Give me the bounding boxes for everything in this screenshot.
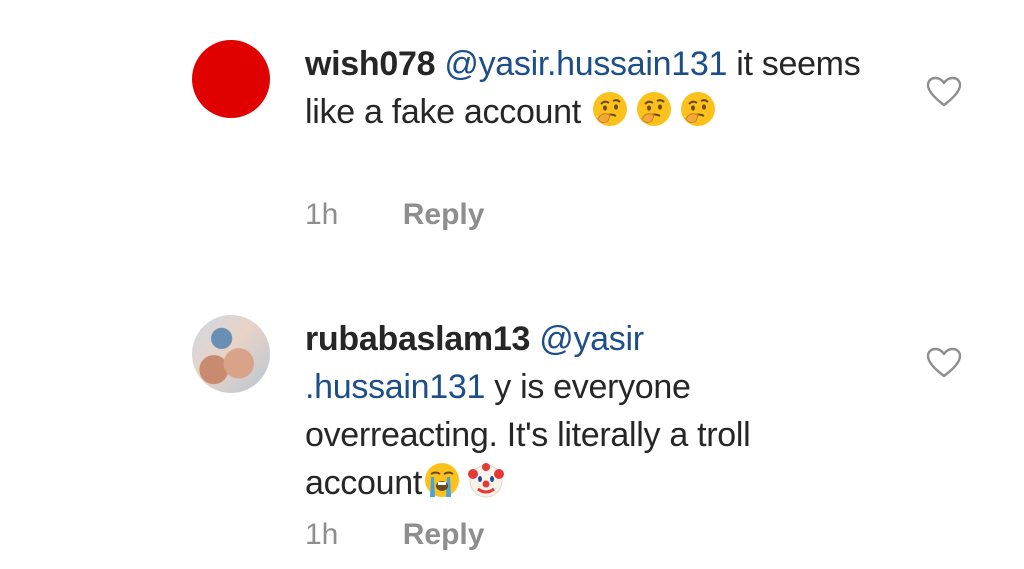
loudly-crying-face-emoji-icon (424, 463, 459, 497)
thinking-face-emoji-icon (637, 92, 672, 126)
comment-username[interactable]: rubabaslam13 (305, 320, 530, 358)
thinking-face-emoji-icon (681, 92, 716, 126)
comment-timestamp: 1h (305, 518, 339, 551)
comment-meta: 1h Reply (305, 518, 484, 552)
reply-button[interactable]: Reply (403, 198, 485, 232)
comment-meta: 1h Reply (305, 198, 484, 232)
reply-button[interactable]: Reply (403, 518, 485, 552)
comment-timestamp: 1h (305, 198, 339, 231)
clown-face-emoji-icon (467, 463, 504, 498)
comment-username[interactable]: wish078 (305, 45, 436, 83)
heart-icon[interactable] (926, 347, 962, 379)
comment-body: rubabaslam13 @yasir .hussain131 y is ever… (305, 315, 865, 507)
comment-mention[interactable]: @yasir.hussain131 (444, 45, 727, 83)
thinking-face-emoji-icon (593, 92, 628, 126)
heart-icon[interactable] (926, 76, 962, 108)
avatar[interactable] (192, 315, 270, 393)
comment-body: wish078 @yasir.hussain131 it seems like … (305, 40, 865, 136)
avatar[interactable] (192, 40, 270, 118)
